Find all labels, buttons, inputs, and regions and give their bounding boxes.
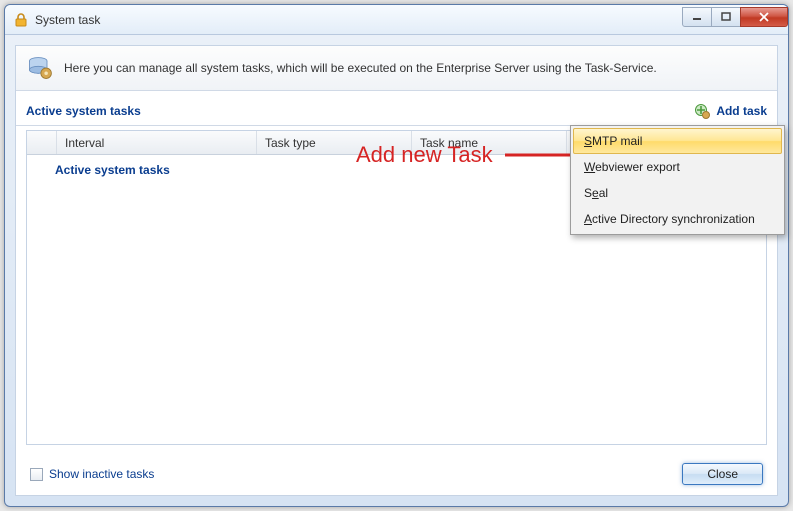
content-panel: Here you can manage all system tasks, wh… [15,45,778,496]
column-task-type[interactable]: Task type [257,131,412,154]
add-task-gear-icon [694,103,710,119]
info-bar: Here you can manage all system tasks, wh… [16,46,777,91]
window-title: System task [35,13,683,27]
close-window-button[interactable] [740,7,788,27]
column-task-name[interactable]: Task name [412,131,567,154]
column-spacer[interactable] [27,131,57,154]
add-task-button[interactable]: Add task [694,103,767,119]
database-gear-icon [26,54,54,82]
minimize-button[interactable] [682,7,712,27]
menu-item-seal[interactable]: Seal [573,180,782,206]
column-interval[interactable]: Interval [57,131,257,154]
titlebar[interactable]: System task [5,5,788,35]
add-task-menu: SMTP mailWebviewer exportSealActive Dire… [570,125,785,235]
menu-item-webviewer-export[interactable]: Webviewer export [573,154,782,180]
checkbox-box [30,468,43,481]
lock-icon [13,12,29,28]
system-task-window: System task Here you can manage all syst… [4,4,789,507]
menu-item-smtp-mail[interactable]: SMTP mail [573,128,782,154]
add-task-label: Add task [716,104,767,118]
window-controls [683,7,788,29]
info-text: Here you can manage all system tasks, wh… [64,61,657,75]
show-inactive-checkbox[interactable]: Show inactive tasks [30,467,154,481]
maximize-button[interactable] [711,7,741,27]
close-button[interactable]: Close [682,463,763,485]
footer: Show inactive tasks Close [16,453,777,495]
show-inactive-label: Show inactive tasks [49,467,154,481]
menu-item-active-directory-synchronization[interactable]: Active Directory synchronization [573,206,782,232]
section-header: Active system tasks Add task [16,97,777,126]
section-title: Active system tasks [26,104,141,118]
